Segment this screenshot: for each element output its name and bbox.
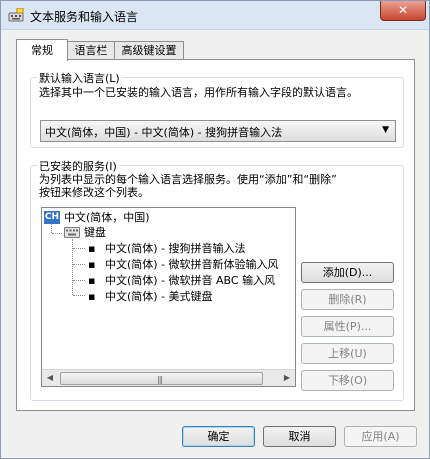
scrollbar-thumb[interactable]: ||| (60, 372, 263, 385)
installed-services-group-title: 已安装的服务(I) (37, 158, 119, 174)
tree-item-service[interactable]: ▪ 中文(简体) - 搜狗拼音输入法 (88, 241, 246, 256)
default-language-group-title: 默认输入语言(L) (37, 70, 122, 86)
bullet-icon: ▪ (88, 274, 96, 287)
tab-general[interactable]: 常规 (16, 39, 68, 61)
tree-item-label: 中文(简体) - 微软拼音新体验输入风 (104, 258, 279, 271)
installed-services-description-line2: 按钮来修改这个列表。 (39, 186, 149, 199)
move-up-button[interactable]: 上移(U) (301, 343, 394, 364)
tab-label: 常规 (31, 44, 53, 57)
scroll-left-icon[interactable]: ◀ (42, 370, 58, 386)
horizontal-scrollbar[interactable]: ◀ ||| ▶ (42, 369, 295, 386)
tree-item-service[interactable]: ▪ 中文(简体) - 微软拼音新体验输入风 (88, 257, 279, 272)
tab-label: 语言栏 (74, 44, 108, 57)
tree-connector (52, 233, 62, 234)
tree-connector (73, 264, 85, 265)
default-language-selected-value: 中文(简体，中国) - 中文(简体) - 搜狗拼音输入法 (45, 126, 283, 139)
bullet-icon: ▪ (88, 242, 96, 255)
close-button[interactable]: ✕ (380, 1, 426, 21)
bullet-icon: ▪ (88, 290, 96, 303)
tab-label: 高级键设置 (121, 44, 177, 57)
default-language-description: 选择其中一个已安装的输入语言，用作所有输入字段的默认语言。 (39, 86, 358, 99)
tab-advanced-key-settings[interactable]: 高级键设置 (114, 41, 184, 60)
tree-item-label: 中文(简体) - 搜狗拼音输入法 (104, 242, 246, 255)
tree-keyboard-label: 键盘 (84, 226, 106, 239)
installed-services-description-line1: 为列表中显示的每个输入语言选择服务。使用“添加”和“删除” (39, 173, 337, 186)
tree-item-label: 中文(简体) - 微软拼音 ABC 输入风 (104, 274, 276, 287)
dialog-window: 文本服务和输入语言 ✕ 常规 语言栏 高级键设置 默认输入语言(L) 选择其中一… (0, 0, 430, 459)
language-badge-icon: CH (44, 211, 60, 224)
tree-connector (73, 280, 85, 281)
close-icon: ✕ (397, 3, 409, 17)
title-bar[interactable]: 文本服务和输入语言 ✕ (1, 1, 429, 30)
keyboard-icon (8, 8, 24, 22)
installed-services-tree[interactable]: CH 中文(简体，中国) 键盘 ▪ 中文(简体) - 搜狗拼音输入法 ▪ 中文(… (41, 207, 296, 387)
grip-icon: ||| (157, 375, 163, 384)
scroll-right-icon[interactable]: ▶ (279, 370, 295, 386)
tree-language-label: 中文(简体，中国) (64, 211, 150, 224)
tree-item-label: 中文(简体) - 美式键盘 (104, 290, 213, 303)
remove-button[interactable]: 删除(R) (301, 289, 394, 310)
tab-language-bar[interactable]: 语言栏 (67, 41, 115, 60)
keyboard-icon (64, 227, 80, 238)
ok-button[interactable]: 确定 (182, 426, 255, 447)
tree-item-service[interactable]: ▪ 中文(简体) - 美式键盘 (88, 289, 213, 304)
move-down-button[interactable]: 下移(O) (301, 370, 394, 391)
window-title: 文本服务和输入语言 (30, 10, 139, 24)
add-button[interactable]: 添加(D)... (301, 262, 394, 283)
properties-button[interactable]: 属性(P)... (301, 316, 394, 337)
bullet-icon: ▪ (88, 258, 96, 271)
default-language-select[interactable]: 中文(简体，中国) - 中文(简体) - 搜狗拼音输入法 ▼ (40, 120, 396, 142)
cancel-button[interactable]: 取消 (263, 426, 336, 447)
apply-button[interactable]: 应用(A) (344, 426, 417, 447)
tree-connector (73, 295, 85, 296)
tree-connector (73, 248, 85, 249)
tree-item-service[interactable]: ▪ 中文(简体) - 微软拼音 ABC 输入风 (88, 273, 275, 288)
tree-connector (51, 224, 52, 233)
chevron-down-icon: ▼ (382, 125, 389, 135)
